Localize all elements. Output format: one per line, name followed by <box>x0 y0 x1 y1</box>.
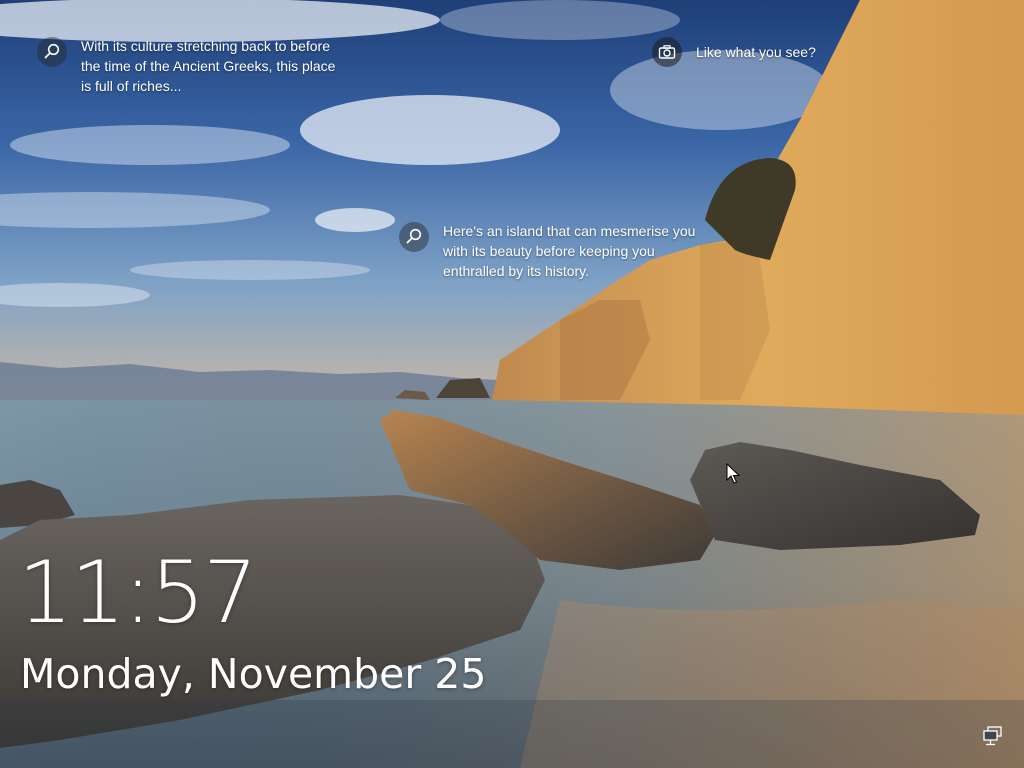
lock-screen-date: Monday, November 25 <box>20 650 487 698</box>
lock-screen[interactable]: With its culture stretching back to befo… <box>0 0 1024 768</box>
fact-hotspot-culture[interactable]: With its culture stretching back to befo… <box>37 37 377 96</box>
fact-text-culture[interactable]: With its culture stretching back to befo… <box>81 36 371 96</box>
fact-text-island[interactable]: Here's an island that can mesmerise you … <box>443 221 723 281</box>
mouse-pointer-icon <box>726 462 741 485</box>
camera-icon[interactable] <box>652 37 682 67</box>
network-icon[interactable] <box>982 726 1004 746</box>
lock-screen-time: 11:57 <box>18 543 258 643</box>
fact-hotspot-island[interactable]: Here's an island that can mesmerise you … <box>399 222 729 281</box>
like-what-you-see-button[interactable]: Like what you see? <box>652 37 816 67</box>
like-what-you-see-label[interactable]: Like what you see? <box>696 42 816 62</box>
search-icon[interactable] <box>399 222 429 252</box>
search-icon[interactable] <box>37 37 67 67</box>
